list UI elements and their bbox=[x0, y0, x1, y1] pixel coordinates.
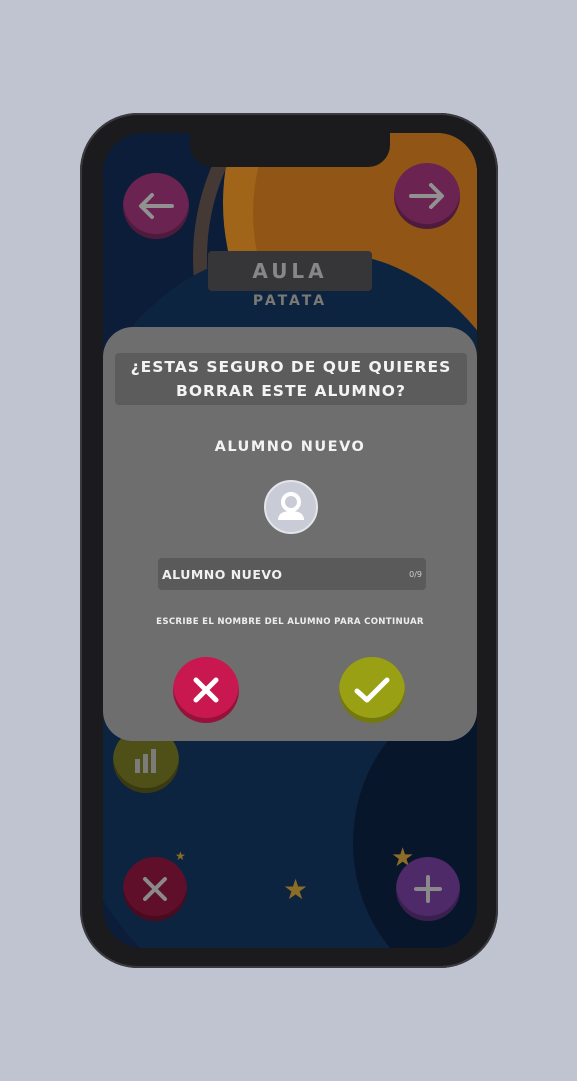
avatar bbox=[264, 480, 318, 534]
name-input-value: ALUMNO NUEVO bbox=[162, 566, 283, 582]
check-icon bbox=[354, 677, 390, 703]
instruction-text: ESCRIBE EL NOMBRE DEL ALUMNO PARA CONTIN… bbox=[156, 617, 424, 627]
student-name-input[interactable]: ALUMNO NUEVO 0/9 bbox=[158, 558, 426, 590]
dialog-question: ¿ESTAS SEGURO DE QUE QUIERES BORRAR ESTE… bbox=[115, 353, 467, 405]
cancel-button[interactable] bbox=[173, 657, 239, 723]
close-icon bbox=[193, 677, 219, 703]
delete-confirmation-dialog: ¿ESTAS SEGURO DE QUE QUIERES BORRAR ESTE… bbox=[103, 327, 477, 741]
phone-notch bbox=[190, 133, 390, 167]
char-counter: 0/9 bbox=[409, 569, 422, 579]
user-icon bbox=[278, 492, 304, 520]
student-name-label: ALUMNO NUEVO bbox=[214, 439, 366, 455]
confirm-button[interactable] bbox=[339, 657, 405, 723]
